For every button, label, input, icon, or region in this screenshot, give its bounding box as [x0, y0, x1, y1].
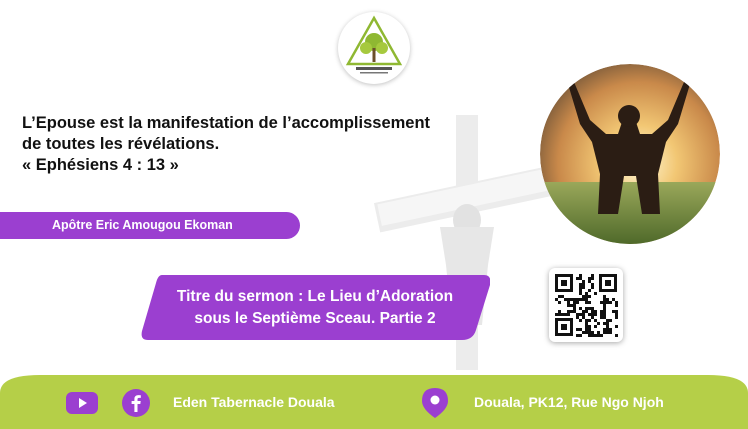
sermon-title-line-1: Titre du sermon : Le Lieu d’Adoration: [176, 287, 454, 305]
location-pin-icon: [422, 388, 448, 418]
footer-bar: Eden Tabernacle Douala Douala, PK12, Rue…: [0, 375, 748, 429]
facebook-icon[interactable]: [122, 389, 150, 417]
author-banner: Apôtre Eric Amougou Ekoman: [0, 212, 300, 239]
church-name: Eden Tabernacle Douala: [173, 394, 335, 410]
author-name: Apôtre Eric Amougou Ekoman: [52, 218, 233, 232]
sermon-title-box: Titre du sermon : Le Lieu d’Adoration so…: [140, 275, 490, 340]
address: Douala, PK12, Rue Ngo Njoh: [474, 394, 664, 410]
qr-code[interactable]: [549, 268, 623, 342]
youtube-icon[interactable]: [66, 392, 98, 414]
worship-photo: [540, 64, 720, 244]
church-logo: [338, 12, 410, 84]
sermon-title-line-2: sous le Septième Sceau. Partie 2: [194, 309, 436, 327]
